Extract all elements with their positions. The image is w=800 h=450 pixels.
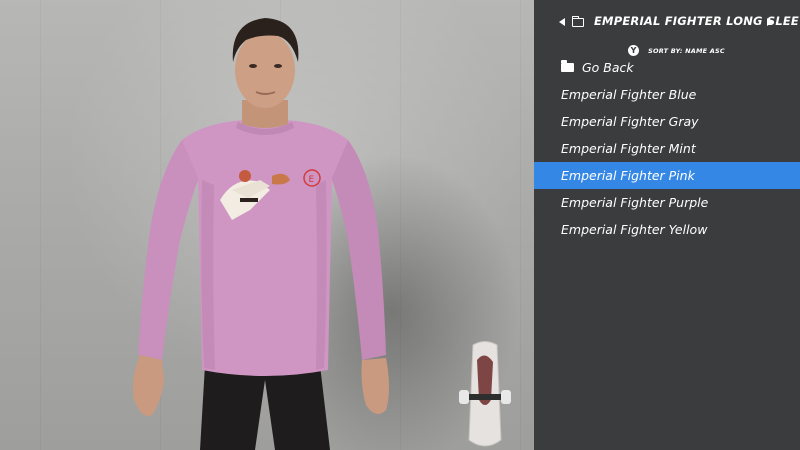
item-list: Go Back Emperial Fighter Blue Emperial F… <box>534 54 800 243</box>
character-preview: E <box>132 18 389 450</box>
list-item-gray[interactable]: Emperial Fighter Gray <box>534 108 800 135</box>
category-header: EMPERIAL FIGHTER LONG SLEEVE <box>534 12 800 36</box>
list-item-mint[interactable]: Emperial Fighter Mint <box>534 135 800 162</box>
list-item-purple[interactable]: Emperial Fighter Purple <box>534 189 800 216</box>
chevron-right-icon[interactable] <box>767 18 773 26</box>
item-selection-panel: EMPERIAL FIGHTER LONG SLEEVE Y SORT BY: … <box>534 0 800 450</box>
list-item-label: Emperial Fighter Mint <box>561 141 696 156</box>
list-item-blue[interactable]: Emperial Fighter Blue <box>534 81 800 108</box>
list-item-label: Emperial Fighter Blue <box>561 87 697 102</box>
list-item-pink[interactable]: Emperial Fighter Pink <box>534 162 800 189</box>
character-left-sleeve <box>138 140 200 360</box>
character-left-hand <box>132 355 164 416</box>
list-item-label: Emperial Fighter Gray <box>561 114 699 129</box>
go-back-label: Go Back <box>582 60 634 75</box>
character-right-sleeve <box>330 140 386 360</box>
list-item-label: Emperial Fighter Purple <box>561 195 709 210</box>
skateboard <box>459 341 511 447</box>
sort-control[interactable]: Y SORT BY: NAME ASC <box>628 40 725 56</box>
folder-icon <box>561 60 574 72</box>
list-item-label: Emperial Fighter Pink <box>561 168 695 183</box>
list-item-yellow[interactable]: Emperial Fighter Yellow <box>534 216 800 243</box>
character-right-hand <box>361 358 389 414</box>
list-item-label: Emperial Fighter Yellow <box>561 222 708 237</box>
folder-icon <box>571 15 584 27</box>
character-pants <box>200 365 330 450</box>
character-face <box>235 32 295 108</box>
chevron-left-icon[interactable] <box>559 18 565 26</box>
svg-text:E: E <box>309 175 315 185</box>
go-back-item[interactable]: Go Back <box>534 54 800 81</box>
game-screen: E EMPERIAL FIGHTER LONG SLEEVE Y SORT BY… <box>0 0 800 450</box>
